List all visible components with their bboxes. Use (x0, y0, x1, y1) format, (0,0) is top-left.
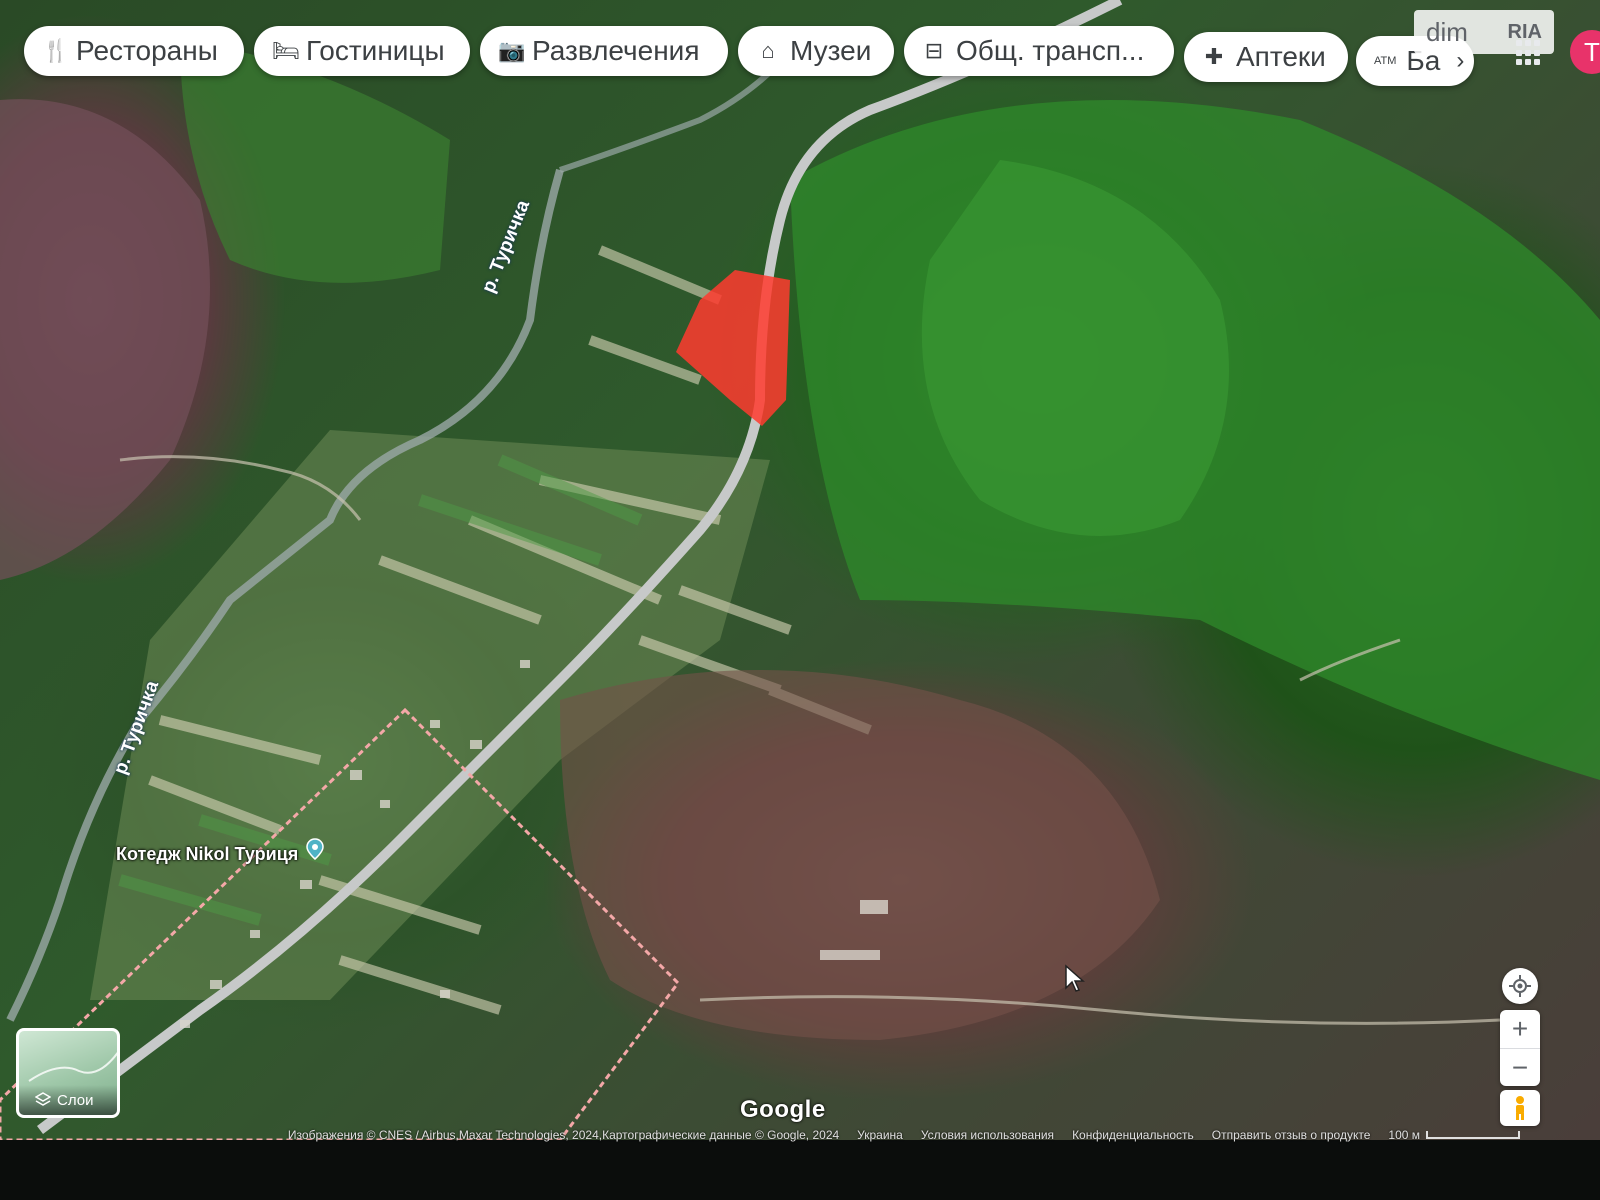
watermark-text: dim (1426, 16, 1468, 47)
minus-icon: − (1511, 1052, 1529, 1083)
terms-link[interactable]: Условия использования (921, 1128, 1054, 1142)
camera-icon: 📷 (498, 38, 526, 63)
chip-label: Рестораны (76, 35, 218, 66)
chip-museums[interactable]: ⌂ Музеи (738, 26, 894, 76)
mouse-cursor-icon (1065, 964, 1085, 992)
avatar-initial: Т (1584, 36, 1600, 67)
google-logo: Google (740, 1096, 826, 1123)
plus-icon: + (1511, 1013, 1529, 1044)
transit-icon: ⊟ (924, 38, 944, 63)
chip-entertainment[interactable]: 📷 Развлечения (480, 26, 728, 76)
pharmacy-icon: ✚ (1204, 44, 1224, 69)
map-terrain (0, 0, 1600, 1140)
my-location-button[interactable] (1502, 968, 1538, 1004)
chip-transit[interactable]: ⊟ Общ. трансп... (904, 26, 1174, 76)
scale-label: 100 м (1388, 1128, 1420, 1142)
zoom-in-button[interactable]: + (1500, 1010, 1540, 1049)
crosshair-icon (1509, 975, 1531, 997)
layers-preview (28, 1051, 117, 1082)
chip-pharmacies[interactable]: ✚ Аптеки (1184, 32, 1348, 82)
hotel-icon: 🛏 (272, 38, 300, 63)
restaurant-icon: 🍴 (42, 38, 70, 63)
layers-label: Слои (57, 1091, 94, 1109)
zoom-controls: + − (1500, 1010, 1540, 1086)
scale-line (1426, 1131, 1520, 1139)
chip-restaurants[interactable]: 🍴 Рестораны (24, 26, 244, 76)
zoom-out-button[interactable]: − (1500, 1049, 1540, 1087)
chip-hotels[interactable]: 🛏 Гостиницы (254, 26, 470, 76)
satellite-map[interactable]: 🍴 Рестораны 🛏 Гостиницы 📷 Развлечения ⌂ … (0, 0, 1600, 1140)
layers-icon (35, 1092, 51, 1106)
attribution-text: Изображения © CNES / Airbus,Maxar Techno… (287, 1128, 840, 1142)
street-view-button[interactable] (1500, 1090, 1540, 1126)
chip-label: Общ. трансп... (956, 35, 1145, 66)
map-footer: Изображения © CNES / Airbus,Maxar Techno… (0, 1124, 1530, 1146)
location-pin-icon[interactable] (304, 838, 326, 860)
layers-button[interactable]: Слои (16, 1028, 120, 1118)
privacy-link[interactable]: Конфиденциальность (1072, 1128, 1194, 1142)
chip-label: Аптеки (1236, 41, 1326, 72)
atm-icon: ATM (1374, 55, 1397, 67)
museum-icon: ⌂ (761, 38, 775, 63)
place-label[interactable]: Котедж Nikol Туриця (116, 844, 298, 865)
chip-label: Музеи (790, 35, 872, 66)
chip-label: Гостиницы (306, 35, 445, 66)
pegman-icon (1516, 1096, 1524, 1120)
feedback-link[interactable]: Отправить отзыв о продукте (1212, 1128, 1371, 1142)
country-link[interactable]: Украина (857, 1128, 903, 1142)
apps-grid-icon[interactable] (1516, 40, 1542, 66)
scale-bar[interactable]: 100 м (1388, 1128, 1520, 1142)
chip-label: Развлечения (532, 35, 700, 66)
